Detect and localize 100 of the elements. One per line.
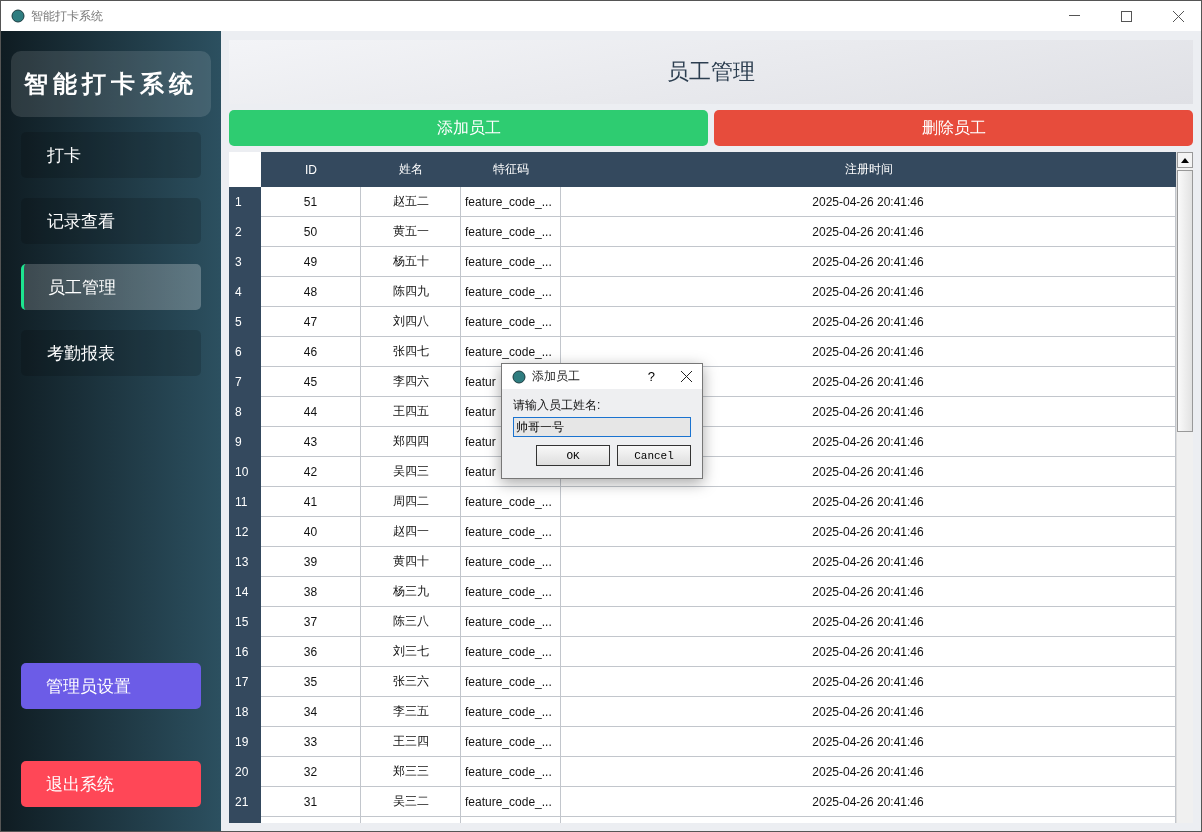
- table-cell: feature_code_...: [461, 487, 561, 517]
- table-cell: 2025-04-26 20:41:46: [561, 547, 1176, 577]
- nav-item[interactable]: 记录查看: [21, 198, 201, 244]
- table-cell: 2025-04-26 20:41:46: [561, 757, 1176, 787]
- table-cell: 张四七: [361, 337, 461, 367]
- table-cell: 2025-04-26 20:41:46: [561, 517, 1176, 547]
- table-cell: 36: [261, 637, 361, 667]
- row-number: 12: [229, 517, 261, 547]
- app-logo: 智能打卡系统: [11, 51, 211, 117]
- row-number: 17: [229, 667, 261, 697]
- table-cell: feature_code_...: [461, 517, 561, 547]
- table-cell: feature_code_...: [461, 217, 561, 247]
- table-cell: 46: [261, 337, 361, 367]
- admin-settings-button[interactable]: 管理员设置: [21, 663, 201, 709]
- app-icon: [512, 369, 526, 384]
- close-icon[interactable]: [681, 371, 692, 382]
- table-cell: 周四二: [361, 487, 461, 517]
- table-cell: 2025-04-26 20:41:46: [561, 187, 1176, 217]
- table-cell: 49: [261, 247, 361, 277]
- row-number: 20: [229, 757, 261, 787]
- column-header[interactable]: 注册时间: [561, 152, 1176, 187]
- row-number: 10: [229, 457, 261, 487]
- row-number: 7: [229, 367, 261, 397]
- table-cell: 43: [261, 427, 361, 457]
- table-cell: 2025-04-26 20:41:46: [561, 487, 1176, 517]
- table-cell: 47: [261, 307, 361, 337]
- table-cell: 51: [261, 187, 361, 217]
- table-cell: 2025-04-26 20:41:46: [561, 667, 1176, 697]
- table-cell: 38: [261, 577, 361, 607]
- table-cell: 33: [261, 727, 361, 757]
- row-number: 9: [229, 427, 261, 457]
- row-number: 2: [229, 217, 261, 247]
- table-cell: 郑三三: [361, 757, 461, 787]
- table-cell: 张三六: [361, 667, 461, 697]
- table-cell: 刘三七: [361, 637, 461, 667]
- table-cell: 李三五: [361, 697, 461, 727]
- nav-item[interactable]: 打卡: [21, 132, 201, 178]
- row-number: 16: [229, 637, 261, 667]
- table-cell: 2025-04-26 20:41:46: [561, 637, 1176, 667]
- table-cell: 吴三二: [361, 787, 461, 817]
- row-number: 19: [229, 727, 261, 757]
- row-number: 18: [229, 697, 261, 727]
- table-cell: feature_code_...: [461, 307, 561, 337]
- table-cell: 2025-04-26 20:41:46: [561, 697, 1176, 727]
- table-cell: 39: [261, 547, 361, 577]
- column-header[interactable]: ID: [261, 152, 361, 187]
- nav-item[interactable]: 员工管理: [21, 264, 201, 310]
- table-cell: 2025-04-26 20:41:46: [561, 577, 1176, 607]
- table-cell: 40: [261, 517, 361, 547]
- row-number: 6: [229, 337, 261, 367]
- table-cell: feature_code_...: [461, 637, 561, 667]
- row-number: 8: [229, 397, 261, 427]
- table-cell: 王三四: [361, 727, 461, 757]
- table-cell: 34: [261, 697, 361, 727]
- table-cell: 2025-04-26 20:41:46: [561, 787, 1176, 817]
- column-header[interactable]: 姓名: [361, 152, 461, 187]
- table-cell: 杨五十: [361, 247, 461, 277]
- delete-employee-button[interactable]: 删除员工: [714, 110, 1193, 146]
- row-number: 3: [229, 247, 261, 277]
- table-cell: 35: [261, 667, 361, 697]
- table-cell: feature_code_...: [461, 667, 561, 697]
- table-cell: 31: [261, 787, 361, 817]
- name-input-field[interactable]: 帅哥一号: [513, 417, 691, 437]
- table-cell: 黄五一: [361, 217, 461, 247]
- table-cell: 37: [261, 607, 361, 637]
- table-cell: 吴四三: [361, 457, 461, 487]
- row-number: 11: [229, 487, 261, 517]
- table-cell: feature_code_...: [461, 277, 561, 307]
- table-cell: feature_code_...: [461, 547, 561, 577]
- maximize-icon[interactable]: [1120, 10, 1132, 22]
- table-cell: feature_code_...: [461, 247, 561, 277]
- table-cell: 赵四一: [361, 517, 461, 547]
- table-cell: 郑四四: [361, 427, 461, 457]
- scroll-up-button[interactable]: [1177, 152, 1193, 168]
- scrollbar-thumb[interactable]: [1177, 170, 1193, 432]
- table-cell: 陈四九: [361, 277, 461, 307]
- row-number: 5: [229, 307, 261, 337]
- table-cell: 32: [261, 757, 361, 787]
- table-cell: 陈三八: [361, 607, 461, 637]
- table-cell: 赵五二: [361, 187, 461, 217]
- table-cell: 王四五: [361, 397, 461, 427]
- close-icon[interactable]: [1172, 10, 1184, 22]
- table-cell: 李四六: [361, 367, 461, 397]
- row-header-strip: [229, 817, 261, 823]
- minimize-icon[interactable]: [1068, 15, 1080, 17]
- row-number: 13: [229, 547, 261, 577]
- table-cell: feature_code_...: [461, 787, 561, 817]
- cancel-button[interactable]: Cancel: [617, 445, 691, 466]
- row-number: 14: [229, 577, 261, 607]
- table-cell: 42: [261, 457, 361, 487]
- window-title: 智能打卡系统: [31, 7, 104, 25]
- nav-item[interactable]: 考勤报表: [21, 330, 201, 376]
- table-cell: feature_code_...: [461, 187, 561, 217]
- column-header[interactable]: 特征码: [461, 152, 561, 187]
- table-cell: 41: [261, 487, 361, 517]
- app-icon: [11, 9, 25, 23]
- table-cell: 44: [261, 397, 361, 427]
- row-number: 21: [229, 787, 261, 817]
- table-cell: 2025-04-26 20:41:46: [561, 217, 1176, 247]
- ok-button[interactable]: OK: [536, 445, 610, 466]
